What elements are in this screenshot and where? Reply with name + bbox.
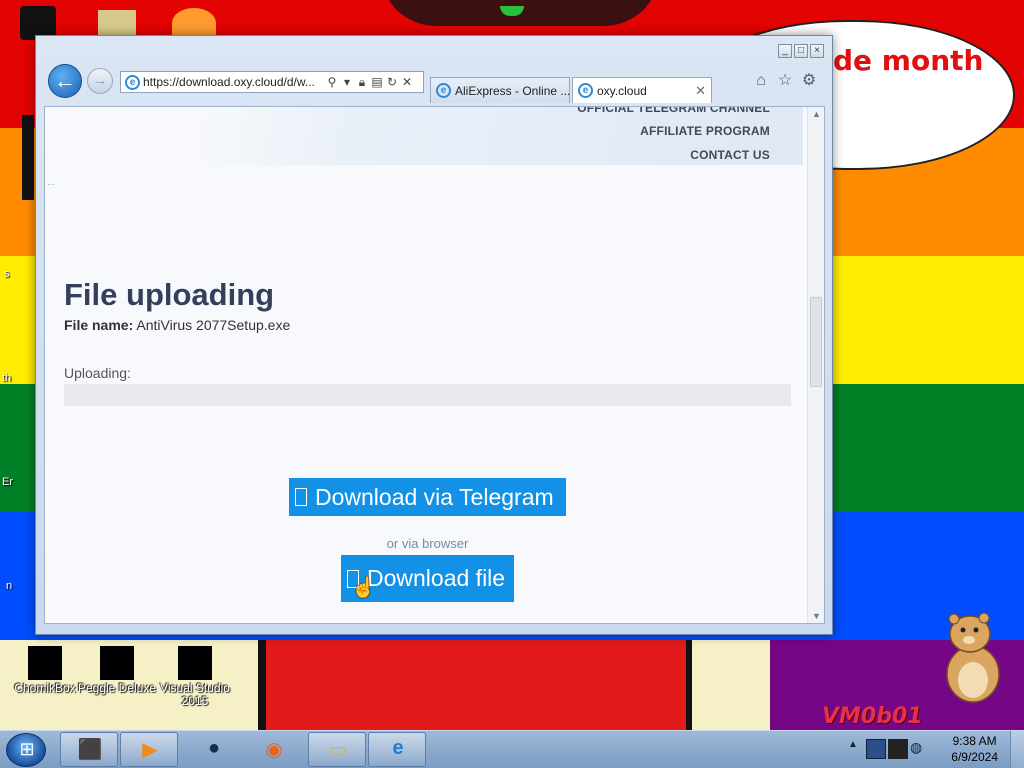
clock-time: 9:38 AM [952, 734, 997, 748]
desktop-icon-peggle[interactable]: Peggle Deluxe [72, 646, 162, 695]
taskbar-app-3[interactable]: ● [184, 732, 242, 767]
back-button[interactable]: ← [48, 64, 82, 98]
media-player-icon: ▶ [142, 739, 158, 761]
or-via-browser-text: or via browser [386, 536, 469, 551]
tab-aliexpress[interactable]: e AliExpress - Online ... [430, 77, 570, 103]
page-title: File uploading [64, 277, 275, 312]
ie-favicon-icon: e [436, 83, 451, 98]
taskbar-explorer[interactable]: ▭ [308, 732, 366, 767]
vertical-scrollbar[interactable]: ▲ ▼ [807, 107, 824, 623]
desktop-icon-top-3[interactable] [172, 8, 216, 38]
tab-oxy-cloud[interactable]: e oxy.cloud ✕ [572, 77, 712, 103]
download-telegram-button[interactable]: Download via Telegram [289, 478, 566, 516]
lock-icon[interactable]: 🔒︎ [356, 75, 368, 90]
address-text[interactable]: https://download.oxy.cloud/d/w... [143, 75, 323, 89]
start-button[interactable] [6, 733, 47, 767]
ie-favicon-icon: e [578, 83, 593, 98]
tab-label: oxy.cloud [597, 83, 647, 98]
ie-favicon-icon: e [125, 74, 140, 90]
ellipsis-text: ... [47, 177, 56, 188]
firefox-icon: ◉ [265, 739, 283, 761]
forward-button[interactable]: → [87, 68, 113, 94]
menu-telegram-channel[interactable]: OFFICIAL TELEGRAM CHANNEL [577, 107, 770, 115]
stop-icon[interactable]: ✕ [401, 75, 413, 89]
menu-contact-us[interactable]: CONTACT US [690, 148, 770, 162]
file-name-label: File name: [64, 317, 134, 333]
tab-close-icon[interactable]: ✕ [695, 83, 706, 99]
compat-view-icon[interactable]: ▤ [371, 75, 383, 89]
uploading-label: Uploading: [64, 365, 131, 381]
clock[interactable]: 9:38 AM 6/9/2024 [951, 733, 998, 765]
taskbar: ⬛ ▶ ● ◉ ▭ e ▲ ◍ 9:38 AM 6/9/2024 [0, 730, 1024, 768]
arrow-right-icon: → [92, 72, 108, 89]
desktop-icon-top-2[interactable] [98, 10, 136, 36]
taskbar-internet-explorer[interactable]: e [368, 732, 426, 767]
peggle-icon [100, 646, 134, 680]
telegram-icon [295, 488, 307, 506]
arrow-left-icon: ← [54, 68, 76, 93]
taskbar-firefox[interactable]: ◉ [244, 732, 302, 767]
file-name-row: File name: AntiVirus 2077Setup.exe [64, 317, 290, 333]
desktop-label-fragment: n [6, 580, 13, 592]
network-icon[interactable]: ◍ [910, 739, 930, 759]
page-viewport: OFFICIAL TELEGRAM CHANNEL AFFILIATE PROG… [44, 106, 825, 624]
folder-icon: ▭ [328, 739, 348, 761]
file-name-value: AntiVirus 2077Setup.exe [136, 317, 291, 333]
system-tray: ▲ ◍ 9:38 AM 6/9/2024 [844, 731, 1024, 768]
window-caption-buttons: _ □ × [778, 44, 824, 58]
internet-explorer-icon: e [392, 737, 404, 759]
gear-icon[interactable]: ⚙ [800, 72, 818, 90]
star-icon[interactable]: ☆ [776, 72, 794, 90]
clock-date: 6/9/2024 [951, 750, 998, 764]
desktop-label-fragment: th [2, 372, 12, 384]
tray-expand-icon[interactable]: ▲ [848, 739, 868, 759]
tab-label: AliExpress - Online ... [455, 83, 571, 98]
download-file-label: Download file [367, 565, 506, 591]
home-icon[interactable]: ⌂ [752, 72, 770, 90]
speech-bubble-text: de month [833, 44, 984, 77]
box-app-icon: ⬛ [77, 739, 103, 761]
maximize-button[interactable]: □ [794, 44, 808, 58]
scroll-up-icon[interactable]: ▲ [808, 109, 824, 119]
tray-app-icon[interactable] [888, 739, 908, 759]
watermark-text: VM0b01 [822, 704, 923, 729]
globe-app-icon: ● [207, 737, 221, 759]
desktop-label-fragment: s [4, 268, 10, 280]
desktop-label-fragment: Er [2, 476, 13, 488]
search-icon[interactable]: ⚲ [326, 75, 338, 89]
hand-cursor-icon: ☝ [351, 577, 376, 599]
visual-studio-icon [178, 646, 212, 680]
wallpaper-outline [686, 640, 692, 730]
desktop-icon-label: Peggle Deluxe [77, 681, 157, 695]
wallpaper-outline [258, 640, 266, 730]
taskbar-app-1[interactable]: ⬛ [60, 732, 118, 767]
menu-affiliate-program[interactable]: AFFILIATE PROGRAM [640, 124, 770, 138]
desktop-icon-fragment [22, 115, 34, 200]
wallpaper-cartoon-red [265, 640, 690, 730]
download-telegram-label: Download via Telegram [315, 483, 554, 510]
hamster-mascot [946, 612, 1000, 703]
refresh-icon[interactable]: ↻ [386, 75, 398, 89]
taskbar-app-media[interactable]: ▶ [120, 732, 178, 767]
address-bar[interactable]: e https://download.oxy.cloud/d/w... ⚲ ▾ … [120, 71, 424, 93]
upload-progress-bar [64, 384, 791, 406]
chomikbox-icon [28, 646, 62, 680]
wallpaper-cartoon-right [690, 640, 770, 730]
desktop-icon-label: Visual Studio 2015 [160, 681, 230, 708]
show-desktop-button[interactable] [1010, 731, 1024, 768]
tray-app-icon[interactable] [866, 739, 886, 759]
desktop-icon-visual-studio[interactable]: Visual Studio 2015 [150, 646, 240, 708]
scroll-thumb[interactable] [810, 297, 822, 387]
minimize-button[interactable]: _ [778, 44, 792, 58]
scroll-down-icon[interactable]: ▼ [808, 611, 824, 621]
browser-window: _ □ × ← → e https://download.oxy.cloud/d… [35, 35, 833, 635]
close-button[interactable]: × [810, 44, 824, 58]
dropdown-icon[interactable]: ▾ [341, 75, 353, 89]
